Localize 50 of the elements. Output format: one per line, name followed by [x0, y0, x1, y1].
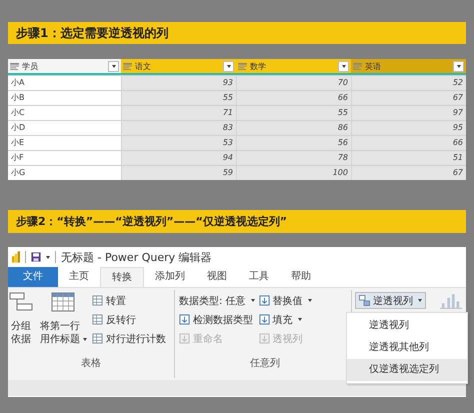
- column-header[interactable]: 数学: [236, 59, 351, 73]
- ribbon-large-button[interactable]: 分组依据: [8, 290, 34, 356]
- column-header[interactable]: 语文: [121, 59, 236, 73]
- table-cell: 67: [351, 166, 466, 180]
- table-cell: 53: [121, 136, 236, 150]
- ribbon-button[interactable]: 数据类型: 任意: [179, 292, 255, 309]
- ribbon-button[interactable]: 转置: [92, 292, 166, 309]
- table-cell: 55: [236, 106, 351, 120]
- table-cell: 71: [121, 106, 236, 120]
- table-cell: 52: [351, 76, 466, 90]
- group-label: 任意列: [249, 356, 281, 371]
- menu-item[interactable]: 逆透视列: [347, 315, 467, 337]
- step-banner: 步骤2：“转换”——“逆透视列”——“仅逆透视选定列”: [8, 210, 466, 233]
- table-cell: 97: [351, 106, 466, 120]
- window-title: 无标题 - Power Query 编辑器: [61, 250, 212, 264]
- table-cell: 83: [121, 121, 236, 135]
- ribbon-tab[interactable]: 主页: [58, 267, 100, 287]
- ribbon-button[interactable]: 反转行: [92, 311, 166, 328]
- ribbon-button[interactable]: 对行进行计数: [92, 330, 166, 347]
- menu-item[interactable]: 仅逆透视选定列: [347, 359, 467, 381]
- column-header[interactable]: 英语: [351, 59, 466, 73]
- table-cell: 70: [236, 76, 351, 90]
- ribbon-tab[interactable]: 工具: [238, 267, 280, 287]
- table-cell: 51: [351, 151, 466, 165]
- column-header[interactable]: 学员: [8, 59, 121, 73]
- ribbon-tab[interactable]: 文件: [8, 267, 58, 287]
- ribbon-button[interactable]: 替换值: [258, 292, 312, 309]
- unpivot-columns-button[interactable]: 逆透视列: [355, 292, 426, 309]
- table-cell: 78: [236, 151, 351, 165]
- group-label: 表格: [80, 356, 102, 371]
- table-cell: 59: [121, 166, 236, 180]
- ribbon-button[interactable]: 检测数据类型: [179, 311, 255, 328]
- ribbon-tab[interactable]: 添加列: [144, 267, 196, 287]
- ribbon-button[interactable]: 填充: [258, 311, 312, 328]
- ribbon-tab[interactable]: 转换: [100, 267, 144, 287]
- table-cell: 55: [121, 91, 236, 105]
- table-cell: 93: [121, 76, 236, 90]
- ribbon-large-button[interactable]: 将第一行用作标题: [38, 290, 88, 356]
- table-cell: 56: [236, 136, 351, 150]
- table-cell: 67: [351, 91, 466, 105]
- ribbon-tab[interactable]: 帮助: [280, 267, 322, 287]
- table-cell: 86: [236, 121, 351, 135]
- menu-item[interactable]: 逆透视其他列: [347, 337, 467, 359]
- table-cell: 100: [236, 166, 351, 180]
- ribbon-tab[interactable]: 视图: [196, 267, 238, 287]
- table-cell: 95: [351, 121, 466, 135]
- table-cell: 66: [236, 91, 351, 105]
- table-cell: 66: [351, 136, 466, 150]
- table-cell: 94: [121, 151, 236, 165]
- step-banner: 步骤1：选定需要逆透视的列: [8, 22, 466, 44]
